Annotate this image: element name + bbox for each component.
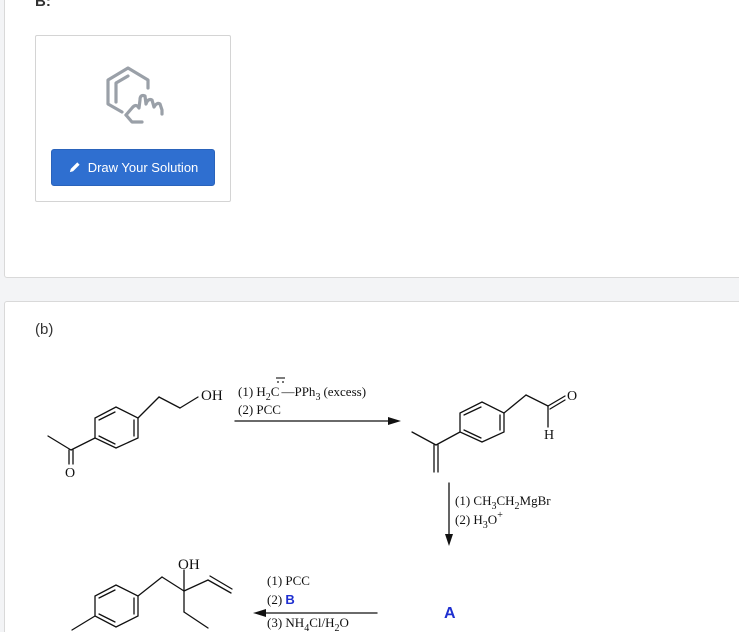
product-oh-label: OH: [178, 557, 200, 573]
ketone-o-label: O: [65, 466, 75, 481]
intermediate-a-label: A: [444, 605, 456, 622]
aldehyde-o-label: O: [567, 389, 577, 404]
step2-reagent-2: (2) H3O+: [455, 510, 503, 531]
step2-reagent-1: (1) CH3CH2MgBr: [455, 493, 551, 512]
step1-reagent-1: (1) H2C —PPh3 (excess): [238, 384, 366, 403]
start-oh-label: OH: [201, 388, 223, 404]
aldehyde-h-label: H: [544, 428, 554, 443]
step3-reagent-2: (2) B: [267, 592, 295, 607]
arrow-2-head: [445, 534, 453, 546]
final-product-structure: [71, 569, 233, 631]
arrow-3-head: [253, 609, 266, 617]
ylide-dot-2: [282, 381, 284, 383]
aldehyde-product-structure: [411, 394, 566, 473]
ylide-dot-1: [277, 381, 279, 383]
starting-material-structure: [47, 396, 199, 465]
step3-reagent-1: (1) PCC: [267, 573, 310, 588]
step1-reagent-2: (2) PCC: [238, 402, 281, 417]
step3-reagent-3: (3) NH4Cl/H2O: [267, 615, 349, 632]
reaction-scheme: OH O (1) H2C —PPh3 (excess) (2) PCC O H (1…: [47, 377, 577, 632]
arrow-1-head: [388, 417, 401, 425]
